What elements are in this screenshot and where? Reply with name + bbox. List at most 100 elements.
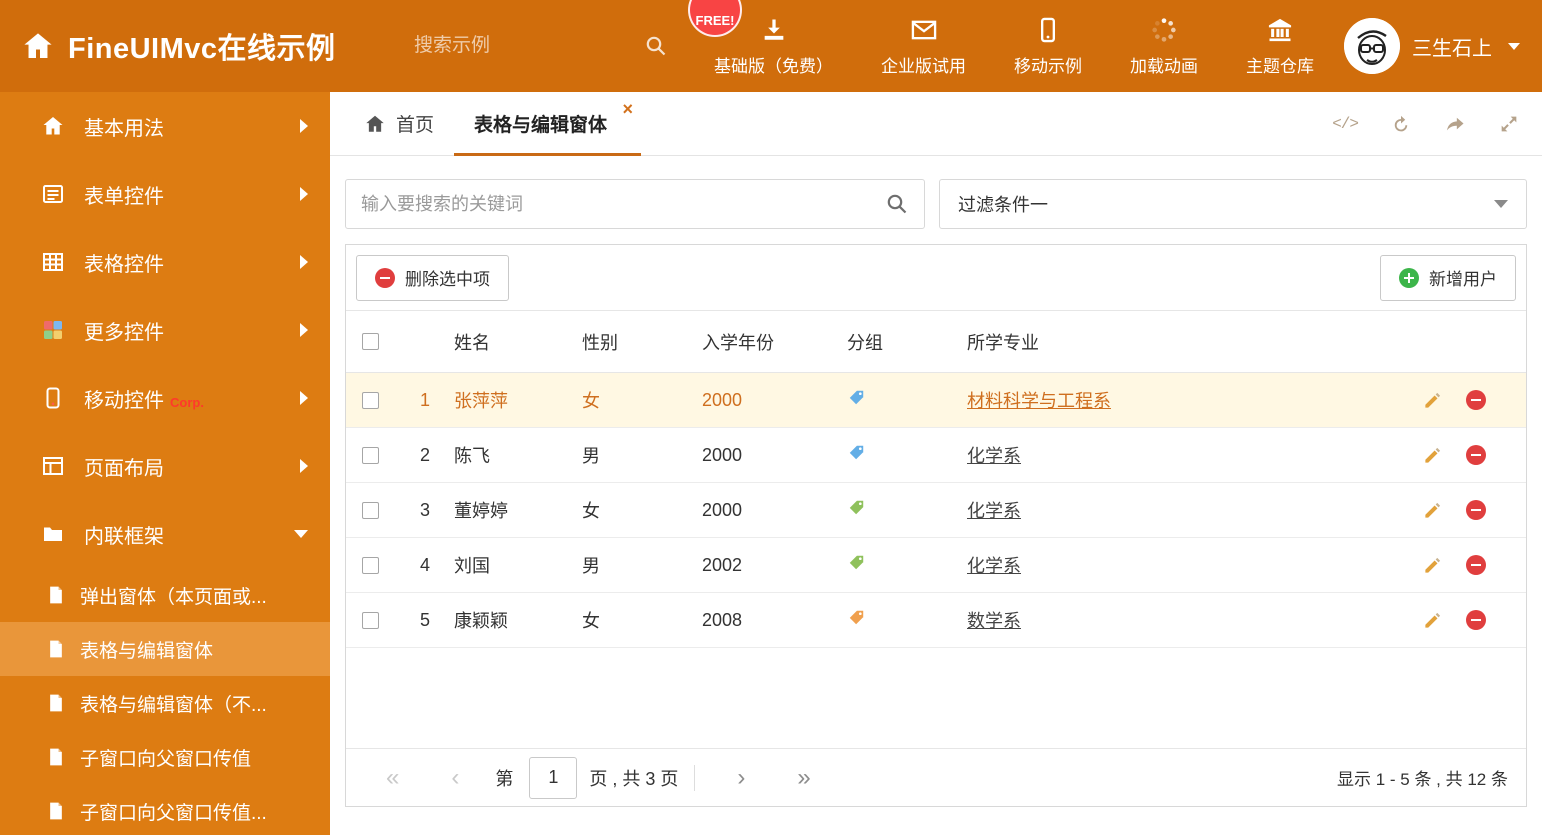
sidebar-item-label: 更多控件 <box>84 321 164 344</box>
row-checkbox[interactable] <box>362 391 379 409</box>
form-icon <box>40 182 66 206</box>
major-link[interactable]: 数学系 <box>967 611 1021 631</box>
page-label-prefix: 第 <box>495 768 514 789</box>
sidebar-item-label: 移动控件 <box>84 389 164 412</box>
keyword-search-box <box>345 179 925 229</box>
table-row: 4 刘国 男 2002 化学系 <box>346 538 1526 593</box>
sidebar-item-label: 表格控件 <box>84 253 164 276</box>
sidebar-subitem-label: 子窗口向父窗口传值 <box>80 748 252 770</box>
row-checkbox[interactable] <box>362 446 379 464</box>
file-icon <box>46 585 66 605</box>
button-label: 新增用户 <box>1429 270 1497 289</box>
delete-row-icon[interactable] <box>1466 610 1486 630</box>
brand[interactable]: FineUIMvc在线示例 <box>22 25 414 67</box>
page-label-suffix: 页 , 共 3 页 <box>589 768 679 789</box>
keyword-search-input[interactable] <box>361 193 885 215</box>
major-link[interactable]: 材料科学与工程系 <box>967 391 1111 411</box>
tab-home[interactable]: 首页 <box>344 92 454 155</box>
nav-mobile-demo[interactable]: 移动示例 <box>1014 16 1082 77</box>
row-index: 5 <box>419 609 430 630</box>
column-header-year: 入学年份 <box>702 332 774 353</box>
row-index: 3 <box>419 499 430 520</box>
row-index: 4 <box>419 554 430 575</box>
tabbar-actions: </> <box>1332 92 1528 155</box>
sidebar-item-inline-frame[interactable]: 内联框架 <box>0 500 330 568</box>
tag-icon <box>847 498 866 517</box>
widgets-icon <box>40 318 66 342</box>
delete-row-icon[interactable] <box>1466 555 1486 575</box>
page-input[interactable] <box>529 756 578 799</box>
row-index: 2 <box>419 444 430 465</box>
filter-dropdown[interactable]: 过滤条件一 <box>939 179 1527 229</box>
mobile-icon <box>1034 16 1062 44</box>
edit-icon[interactable] <box>1423 446 1442 465</box>
sidebar-subitem-label: 表格与编辑窗体（不... <box>80 694 267 716</box>
nav-theme-repo[interactable]: 主题仓库 <box>1246 16 1314 77</box>
delete-row-icon[interactable] <box>1466 500 1486 520</box>
prev-page-button[interactable]: ‹ <box>425 765 485 790</box>
delete-selected-button[interactable]: 删除选中项 <box>356 254 509 301</box>
sidebar-item-label: 内联框架 <box>84 525 164 548</box>
sidebar-item-form-controls[interactable]: 表单控件 <box>0 160 330 228</box>
sidebar-subitem-popup-window[interactable]: 弹出窗体（本页面或... <box>0 568 330 622</box>
sidebar-item-more-controls[interactable]: 更多控件 <box>0 296 330 364</box>
sidebar-item-label: 页面布局 <box>84 457 164 480</box>
sidebar-subitem-grid-edit-window[interactable]: 表格与编辑窗体 <box>0 622 330 676</box>
row-checkbox[interactable] <box>362 556 379 574</box>
mail-icon <box>910 16 938 44</box>
select-all-checkbox[interactable] <box>362 333 379 350</box>
sidebar-item-page-layout[interactable]: 页面布局 <box>0 432 330 500</box>
sidebar-item-basic-usage[interactable]: 基本用法 <box>0 92 330 160</box>
row-index: 1 <box>419 389 430 410</box>
cell-gender: 女 <box>582 611 600 631</box>
avatar <box>1344 18 1400 74</box>
refresh-icon[interactable] <box>1390 113 1412 135</box>
sidebar-subitem-grid-edit-window-2[interactable]: 表格与编辑窗体（不... <box>0 676 330 730</box>
edit-icon[interactable] <box>1423 391 1442 410</box>
first-page-button[interactable]: « <box>360 765 425 790</box>
nav-label: 移动示例 <box>1014 56 1082 76</box>
nav-loading-anim[interactable]: 加载动画 <box>1130 16 1198 77</box>
major-link[interactable]: 化学系 <box>967 556 1021 576</box>
row-checkbox[interactable] <box>362 501 379 519</box>
edit-icon[interactable] <box>1423 611 1442 630</box>
sidebar-item-label: 基本用法 <box>84 117 164 140</box>
file-icon <box>46 639 66 659</box>
user-menu[interactable]: 三生石上 <box>1344 18 1520 74</box>
sidebar-subitem-child-to-parent[interactable]: 子窗口向父窗口传值 <box>0 730 330 784</box>
sidebar-item-mobile-controls[interactable]: 移动控件 Corp. <box>0 364 330 432</box>
close-icon[interactable]: × <box>623 100 634 118</box>
user-name: 三生石上 <box>1412 37 1492 60</box>
next-page-button[interactable]: › <box>711 765 771 790</box>
download-icon <box>760 16 788 44</box>
home-icon <box>40 114 66 138</box>
nav-label: 加载动画 <box>1130 56 1198 76</box>
share-icon[interactable] <box>1444 113 1466 135</box>
chevron-right-icon <box>300 187 308 201</box>
search-icon[interactable] <box>644 34 668 58</box>
home-icon <box>22 30 54 62</box>
expand-icon[interactable] <box>1498 113 1520 135</box>
delete-row-icon[interactable] <box>1466 445 1486 465</box>
add-user-button[interactable]: 新增用户 <box>1380 254 1516 301</box>
last-page-button[interactable]: » <box>771 765 836 790</box>
cell-year: 2000 <box>702 389 743 410</box>
major-link[interactable]: 化学系 <box>967 446 1021 466</box>
tab-grid-edit-window[interactable]: 表格与编辑窗体 × <box>454 92 642 156</box>
sidebar-item-grid-controls[interactable]: 表格控件 <box>0 228 330 296</box>
mobile-icon <box>40 386 66 410</box>
major-link[interactable]: 化学系 <box>967 501 1021 521</box>
sidebar-subitem-child-to-parent-2[interactable]: 子窗口向父窗口传值... <box>0 784 330 835</box>
folder-icon <box>40 522 66 546</box>
delete-row-icon[interactable] <box>1466 390 1486 410</box>
header-search-input[interactable] <box>414 35 574 57</box>
search-icon[interactable] <box>885 192 909 216</box>
nav-enterprise-trial[interactable]: 企业版试用 <box>881 16 966 77</box>
sidebar-subitem-label: 表格与编辑窗体 <box>80 640 214 662</box>
edit-icon[interactable] <box>1423 556 1442 575</box>
edit-icon[interactable] <box>1423 501 1442 520</box>
code-icon[interactable]: </> <box>1332 115 1359 133</box>
column-header-gender: 性别 <box>582 332 618 353</box>
file-icon <box>46 693 66 713</box>
row-checkbox[interactable] <box>362 611 379 629</box>
